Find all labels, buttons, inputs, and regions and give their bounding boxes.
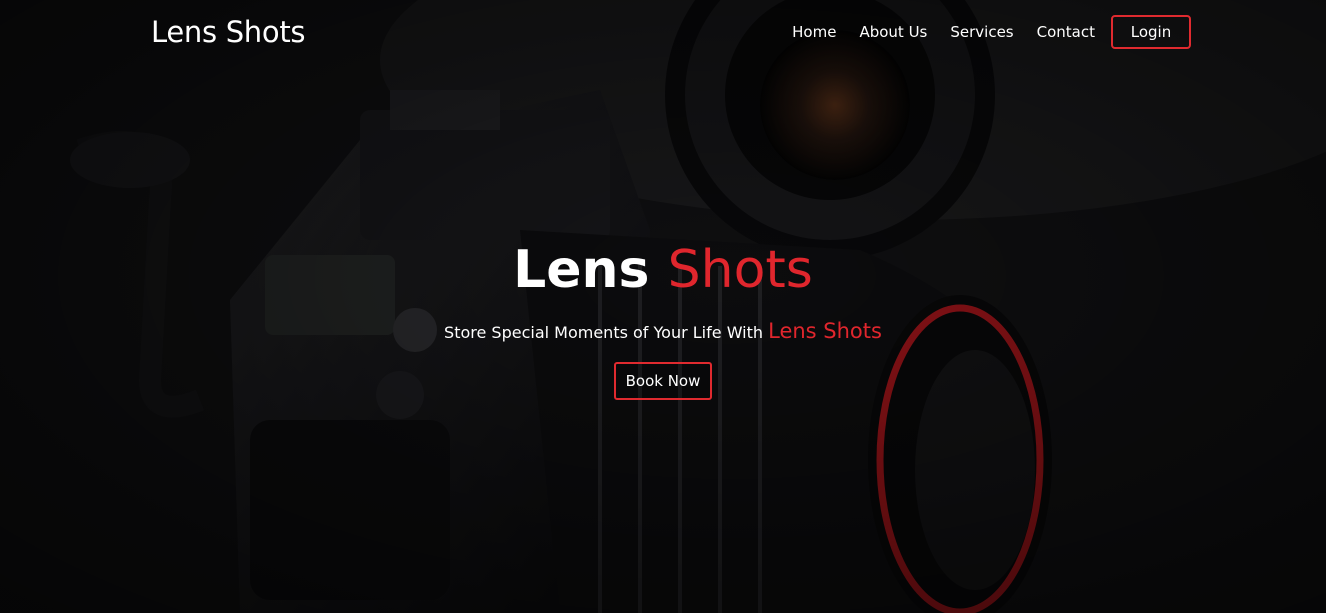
hero-subtitle-text: Store Special Moments of Your Life With	[444, 323, 764, 342]
hero-subtitle: Store Special Moments of Your Life With …	[0, 318, 1326, 346]
nav-link-about-us[interactable]: About Us	[859, 23, 927, 41]
hero-title-main: Lens	[513, 240, 650, 300]
nav-link-contact[interactable]: Contact	[1037, 23, 1095, 41]
hero-title-accent: Shots	[667, 240, 813, 300]
hero-content: Lens Shots Store Special Moments of Your…	[0, 238, 1326, 400]
nav-link-home[interactable]: Home	[792, 23, 836, 41]
login-button[interactable]: Login	[1111, 15, 1191, 49]
hero-title: Lens Shots	[0, 238, 1326, 302]
hero-subtitle-accent: Lens Shots	[768, 319, 882, 343]
navbar: Lens Shots Home About Us Services Contac…	[0, 0, 1326, 66]
book-now-button[interactable]: Book Now	[613, 362, 713, 400]
nav-link-services[interactable]: Services	[950, 23, 1013, 41]
nav-links: Home About Us Services Contact Login	[792, 13, 1191, 51]
brand-logo[interactable]: Lens Shots	[151, 15, 306, 49]
hero-section: Lens Shots Home About Us Services Contac…	[0, 0, 1326, 613]
